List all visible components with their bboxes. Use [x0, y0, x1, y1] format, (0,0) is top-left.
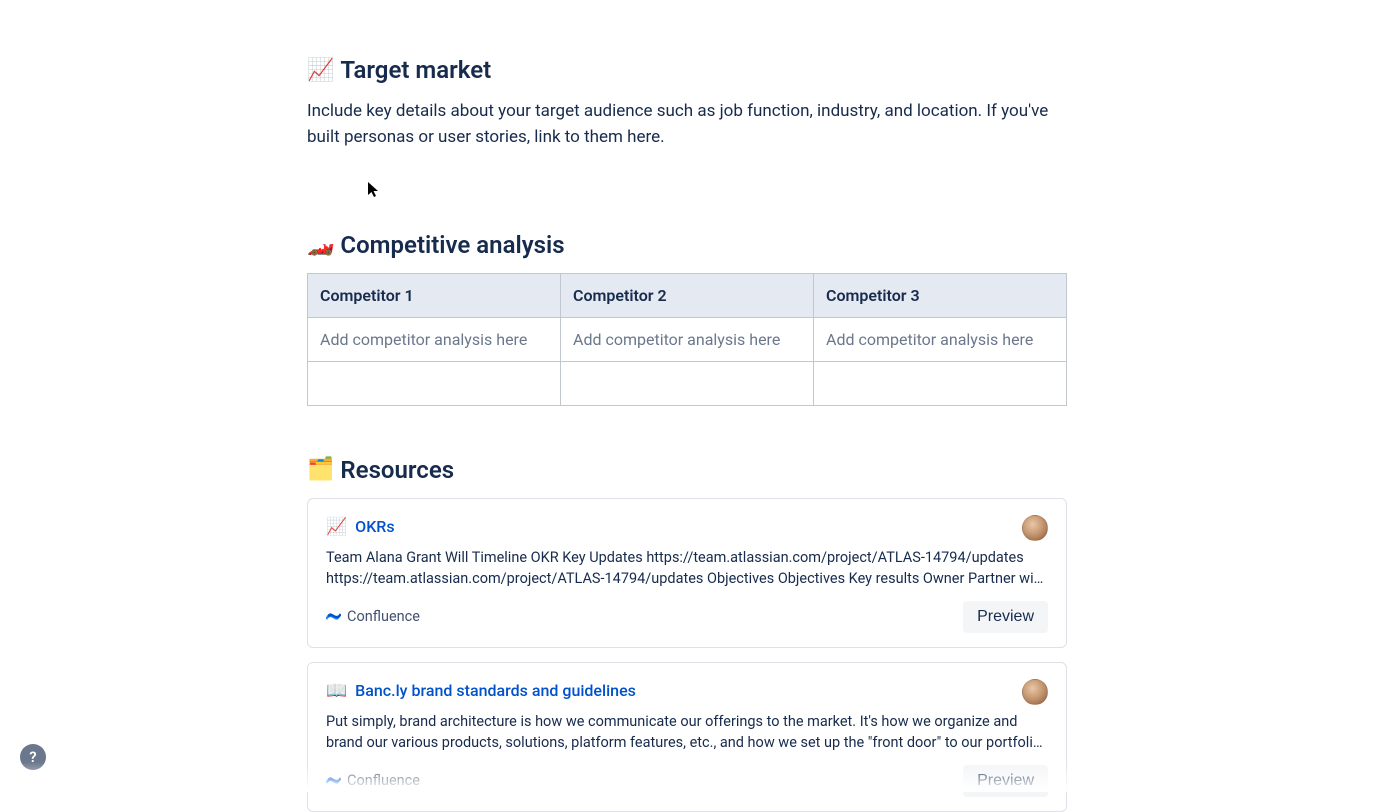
avatar[interactable]	[1022, 679, 1048, 705]
resource-link-okrs[interactable]: OKRs	[355, 517, 394, 536]
preview-button[interactable]: Preview	[963, 601, 1048, 633]
target-market-body[interactable]: Include key details about your target au…	[307, 98, 1067, 151]
resource-excerpt: Team Alana Grant Will Timeline OKR Key U…	[326, 547, 1048, 589]
table-row[interactable]	[308, 361, 1067, 405]
confluence-icon	[326, 609, 341, 624]
confluence-icon	[326, 773, 341, 788]
competitor-cell[interactable]	[814, 361, 1067, 405]
competitor-header-1[interactable]: Competitor 1	[308, 273, 561, 317]
competitor-header-3[interactable]: Competitor 3	[814, 273, 1067, 317]
competitor-cell[interactable]: Add competitor analysis here	[561, 317, 814, 361]
chart-increasing-icon: 📈	[326, 517, 347, 537]
resource-source-label: Confluence	[347, 772, 420, 789]
help-button[interactable]: ?	[20, 744, 46, 770]
resource-source: Confluence	[326, 608, 420, 625]
table-row[interactable]: Add competitor analysis here Add competi…	[308, 317, 1067, 361]
heading-resources-text: Resources	[340, 456, 454, 484]
competitor-cell[interactable]	[561, 361, 814, 405]
heading-competitive-analysis: 🏎️ Competitive analysis	[307, 231, 1067, 259]
competitor-cell[interactable]: Add competitor analysis here	[814, 317, 1067, 361]
competitor-cell[interactable]	[308, 361, 561, 405]
resource-link-brand-standards[interactable]: Banc.ly brand standards and guidelines	[355, 681, 636, 700]
heading-target-market-text: Target market	[340, 56, 491, 84]
resource-source: Confluence	[326, 772, 420, 789]
heading-resources: 🗂️ Resources	[307, 456, 1067, 484]
resource-excerpt: Put simply, brand architecture is how we…	[326, 711, 1048, 753]
competitor-table[interactable]: Competitor 1 Competitor 2 Competitor 3 A…	[307, 273, 1067, 406]
mouse-cursor-icon	[368, 182, 380, 198]
racing-car-icon: 🏎️	[307, 232, 334, 257]
resource-source-label: Confluence	[347, 608, 420, 625]
heading-competitive-analysis-text: Competitive analysis	[340, 231, 564, 259]
chart-increasing-icon: 📈	[307, 58, 334, 83]
resource-card[interactable]: 📖 Banc.ly brand standards and guidelines…	[307, 662, 1067, 812]
competitor-cell[interactable]: Add competitor analysis here	[308, 317, 561, 361]
heading-target-market: 📈 Target market	[307, 56, 1067, 84]
open-book-icon: 📖	[326, 681, 347, 701]
resource-card[interactable]: 📈 OKRs Team Alana Grant Will Timeline OK…	[307, 498, 1067, 648]
competitor-header-2[interactable]: Competitor 2	[561, 273, 814, 317]
card-file-box-icon: 🗂️	[307, 457, 334, 482]
avatar[interactable]	[1022, 515, 1048, 541]
